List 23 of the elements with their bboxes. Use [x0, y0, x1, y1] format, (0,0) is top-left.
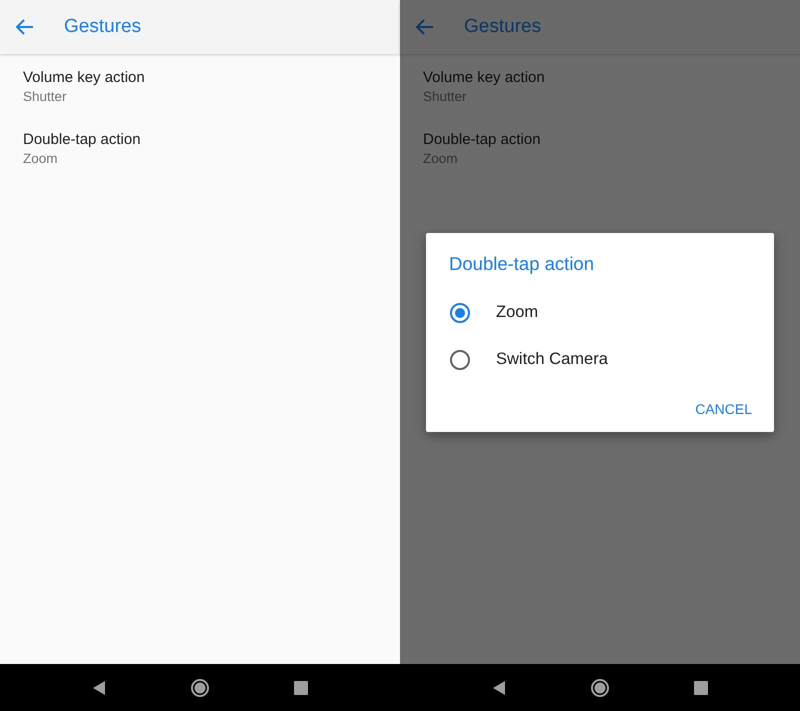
screen-title: Gestures	[464, 16, 542, 38]
radio-button[interactable]	[449, 302, 471, 324]
setting-title[interactable]: Volume key action	[423, 68, 545, 88]
setting-summary: Zoom	[423, 150, 458, 168]
back-icon[interactable]	[492, 680, 506, 696]
back-icon[interactable]	[92, 680, 106, 696]
cancel-button[interactable]: CANCEL	[695, 397, 752, 421]
recents-icon[interactable]	[694, 680, 708, 694]
screen-title: Gestures	[64, 16, 142, 38]
home-icon[interactable]	[590, 678, 610, 698]
setting-title[interactable]: Double-tap action	[423, 130, 541, 150]
option-label[interactable]: Zoom	[496, 303, 538, 322]
back-arrow-icon[interactable]	[16, 19, 34, 35]
dialog-title: Double-tap action	[449, 253, 594, 275]
home-icon[interactable]	[190, 678, 210, 698]
radio-button[interactable]	[449, 348, 471, 370]
setting-summary: Shutter	[423, 88, 467, 106]
option-label[interactable]: Switch Camera	[496, 350, 608, 369]
setting-summary: Zoom	[23, 150, 58, 168]
setting-title[interactable]: Double-tap action	[23, 130, 141, 150]
recents-icon[interactable]	[294, 680, 308, 694]
setting-title[interactable]: Volume key action	[23, 68, 145, 88]
setting-summary: Shutter	[23, 88, 67, 106]
